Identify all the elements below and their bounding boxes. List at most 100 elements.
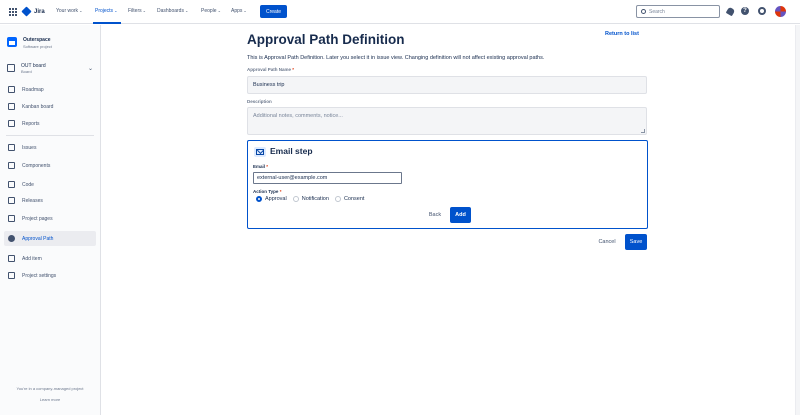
project-type: Software project [23, 44, 52, 49]
save-button[interactable]: Save [625, 234, 647, 250]
sidebar-item-label: Issues [22, 144, 37, 151]
description-placeholder: Additional notes, comments, notice... [253, 113, 343, 119]
sidebar-item-project-pages[interactable]: Project pages [4, 211, 96, 226]
learn-more-link[interactable]: Learn more [0, 397, 100, 402]
radio-label: Approval [265, 196, 287, 202]
project-header[interactable]: Outerspace Software project [7, 37, 52, 49]
jira-logo[interactable]: Jira [21, 6, 45, 17]
jira-logo-icon [21, 6, 32, 17]
sidebar-item-label: Project pages [22, 215, 53, 222]
back-button[interactable]: Back [424, 208, 446, 221]
roadmap-icon [8, 86, 15, 93]
nav-filters[interactable]: Filters⌄ [128, 8, 146, 14]
radio-label: Notification [301, 196, 329, 202]
radio-approval[interactable]: Approval [256, 196, 287, 202]
name-label: Approval Path Name * [247, 67, 295, 72]
sidebar-item-issues[interactable]: Issues [4, 140, 96, 155]
radio-selected-icon [256, 196, 262, 202]
search-icon [641, 9, 646, 14]
search-box[interactable] [636, 5, 720, 18]
sidebar-item-label: Add item [22, 255, 42, 262]
description-label: Description [247, 99, 272, 104]
radio-label: Consent [343, 196, 365, 202]
main-content: Approval Path Definition Return to list … [101, 25, 800, 415]
nav-people[interactable]: People⌄ [201, 8, 221, 14]
bell-icon [725, 6, 735, 16]
project-avatar-icon [7, 37, 17, 47]
kanban-icon [8, 103, 15, 110]
email-step-panel: Email step Email * external-user@example… [247, 140, 648, 229]
settings-button[interactable] [757, 6, 767, 16]
email-label: Email * [253, 164, 269, 169]
chevron-down-icon: ⌄ [142, 8, 146, 13]
sidebar-item-label: Releases [22, 197, 43, 204]
sidebar-item-kanban-board[interactable]: Kanban board [4, 99, 96, 114]
action-type-label: Action Type * [253, 189, 282, 194]
add-icon [8, 255, 15, 262]
logo-text: Jira [34, 8, 45, 15]
chevron-down-icon: ⌄ [243, 8, 247, 13]
sidebar: Outerspace Software project OUT board Bo… [0, 25, 101, 415]
components-icon [8, 162, 15, 169]
chevron-down-icon: ⌄ [114, 8, 118, 13]
app-switcher-icon[interactable] [9, 8, 17, 16]
releases-icon [8, 197, 15, 204]
sidebar-divider [6, 135, 94, 136]
avatar[interactable] [775, 6, 786, 17]
nav-apps[interactable]: Apps⌄ [231, 8, 247, 14]
page-description: This is Approval Path Definition. Later … [247, 55, 545, 61]
nav-your-work[interactable]: Your work⌄ [56, 8, 82, 14]
nav-projects[interactable]: Projects⌄ [95, 8, 117, 14]
sidebar-item-releases[interactable]: Releases [4, 193, 96, 208]
sidebar-item-roadmap[interactable]: Roadmap [4, 82, 96, 97]
reports-icon [8, 120, 15, 127]
description-textarea[interactable]: Additional notes, comments, notice... [247, 107, 647, 135]
radio-unselected-icon [292, 196, 299, 202]
chevron-down-icon: ⌄ [87, 66, 93, 72]
issues-icon [8, 144, 15, 151]
sidebar-item-label: Components [22, 162, 51, 169]
help-button[interactable]: ? [740, 6, 750, 16]
scrollbar[interactable] [795, 25, 800, 415]
sidebar-item-label: Project settings [22, 272, 57, 279]
code-icon [8, 181, 15, 188]
resize-handle-icon[interactable] [641, 129, 645, 133]
sidebar-item-approval-path[interactable]: Approval Path [4, 231, 96, 246]
sidebar-item-label: Kanban board [22, 103, 54, 110]
sidebar-item-code[interactable]: Code [4, 177, 96, 192]
chevron-down-icon: ⌄ [184, 8, 189, 13]
pages-icon [8, 215, 15, 222]
board-sub: Board [21, 69, 32, 74]
action-type-radio-group: Approval Notification Consent [256, 196, 364, 202]
step-title: Email step [270, 146, 313, 156]
radio-consent[interactable]: Consent [334, 196, 365, 202]
search-input[interactable] [649, 8, 709, 15]
approval-icon [8, 235, 15, 242]
return-to-list-link[interactable]: Return to list [605, 31, 639, 37]
chevron-down-icon: ⌄ [217, 8, 221, 13]
sidebar-item-label: Code [22, 181, 34, 188]
board-icon [7, 64, 15, 72]
sidebar-item-reports[interactable]: Reports [4, 116, 96, 131]
notifications-button[interactable] [725, 6, 735, 16]
top-navigation: Jira Your work⌄ Projects⌄ Filters⌄ Dashb… [0, 0, 800, 24]
page-title: Approval Path Definition [247, 32, 405, 47]
add-button[interactable]: Add [450, 207, 471, 223]
sidebar-item-components[interactable]: Components [4, 158, 96, 173]
sidebar-item-project-settings[interactable]: Project settings [4, 268, 96, 283]
nav-dashboards[interactable]: Dashboards⌄ [157, 8, 188, 14]
gear-icon [758, 7, 766, 15]
sidebar-item-label: Reports [22, 120, 40, 127]
sidebar-footer-text: You're in a company-managed project [16, 386, 84, 391]
approval-path-name-input[interactable]: Business trip [247, 76, 647, 94]
radio-notification[interactable]: Notification [292, 196, 329, 202]
board-selector[interactable]: OUT board Board ⌄ [7, 63, 97, 74]
project-name: Outerspace [23, 37, 51, 43]
sidebar-item-add-item[interactable]: Add item [4, 251, 96, 266]
settings-icon [8, 272, 15, 279]
create-button[interactable]: Create [260, 5, 287, 18]
mail-icon [254, 147, 266, 157]
email-field[interactable]: external-user@example.com [253, 172, 402, 184]
help-icon: ? [741, 7, 749, 15]
cancel-button[interactable]: Cancel [593, 235, 621, 249]
